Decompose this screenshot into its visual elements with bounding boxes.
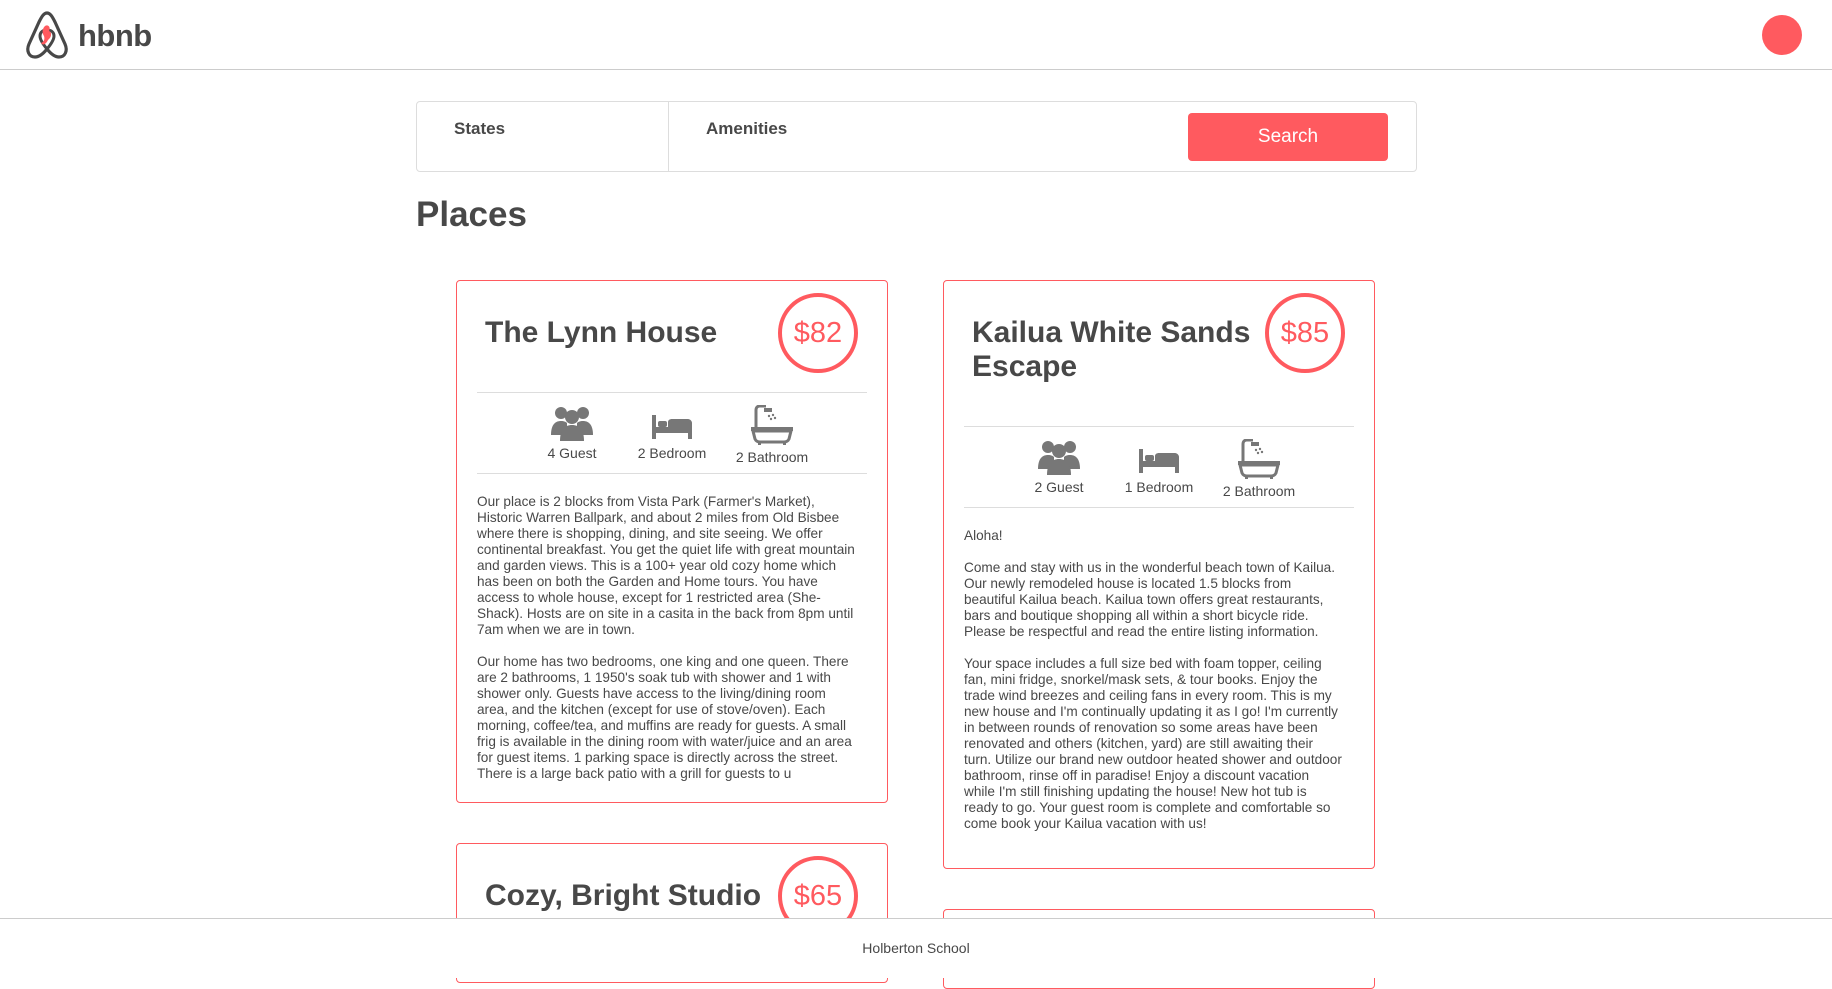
airbnb-logo-icon [26, 11, 68, 59]
bathroom-count: 2 Bathroom [1222, 483, 1296, 499]
guest-count: 2 Guest [1034, 479, 1084, 495]
bedroom-count: 2 Bedroom [637, 445, 707, 461]
guest-count: 4 Guest [547, 445, 597, 461]
site-header: hbnb [0, 0, 1832, 70]
amenities-filter[interactable]: Amenities [669, 102, 1169, 171]
place-name: The Lynn House [485, 316, 718, 349]
place-info: 2 Guest 1 Bedroom 2 Bathroom [964, 426, 1354, 508]
guest-info: 2 Guest [1009, 439, 1109, 495]
logo[interactable]: hbnb [24, 10, 152, 60]
bedroom-info: 2 Bedroom [622, 405, 722, 461]
place-info: 4 Guest 2 Bedroom 2 Bathroom [477, 392, 867, 474]
price-badge: $82 [778, 293, 858, 373]
price-badge: $85 [1265, 293, 1345, 373]
bathroom-count: 2 Bathroom [735, 449, 809, 465]
place-description: Our place is 2 blocks from Vista Park (F… [477, 494, 855, 781]
states-filter-title: States [454, 119, 506, 138]
guests-icon [551, 407, 593, 441]
guest-info: 4 Guest [522, 405, 622, 461]
footer-text: Holberton School [862, 940, 970, 956]
bathroom-info: 2 Bathroom [1209, 439, 1309, 499]
states-filter[interactable]: States [417, 102, 669, 171]
place-card: Kailua White Sands Escape $85 2 Guest 1 … [943, 280, 1375, 869]
place-name: Kailua White Sands Escape [972, 316, 1251, 383]
filters-bar: States Amenities Search [416, 101, 1417, 172]
amenities-filter-title: Amenities [706, 119, 788, 138]
bathtub-icon [751, 405, 793, 445]
bedroom-info: 1 Bedroom [1109, 439, 1209, 495]
search-button[interactable]: Search [1188, 113, 1388, 161]
bed-icon [652, 415, 692, 439]
place-card: The Lynn House $82 4 Guest 2 Bedroom 2 B… [456, 280, 888, 803]
brand-name: hbnb [78, 17, 152, 53]
places-heading: Places [416, 195, 527, 234]
bedroom-count: 1 Bedroom [1124, 479, 1194, 495]
place-description: Aloha! Come and stay with us in the wond… [964, 528, 1342, 831]
user-avatar[interactable] [1762, 15, 1802, 55]
bathroom-info: 2 Bathroom [722, 405, 822, 465]
place-name: Cozy, Bright Studio [485, 879, 762, 912]
bed-icon [1139, 449, 1179, 473]
bathtub-icon [1238, 439, 1280, 479]
guests-icon [1038, 441, 1080, 475]
site-footer: Holberton School [0, 918, 1832, 978]
